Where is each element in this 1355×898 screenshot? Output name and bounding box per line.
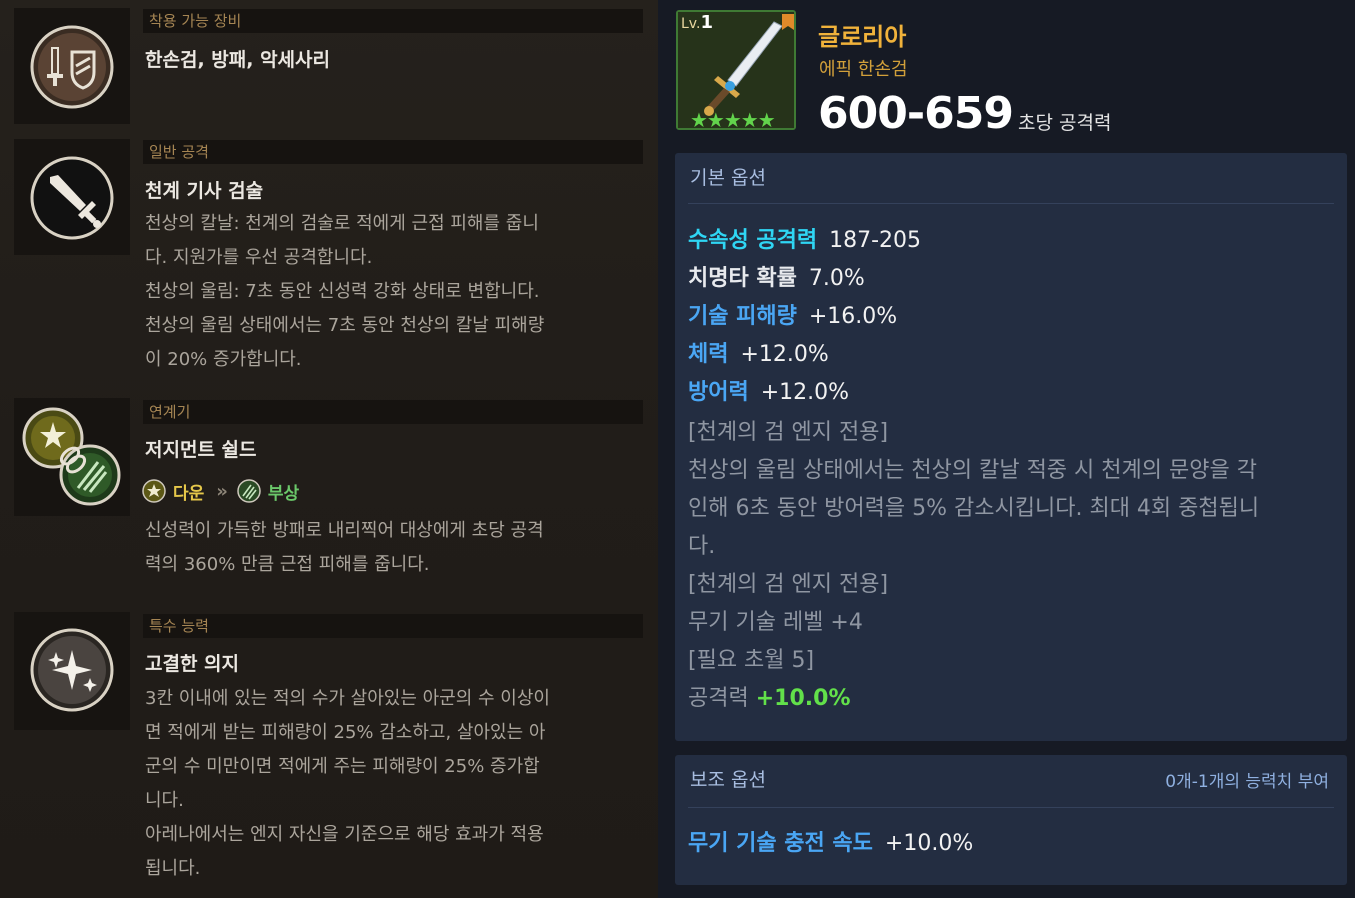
stat-weapon-skill-charge: 무기 기술 충전 속도 +10.0% — [688, 831, 974, 856]
exclusive-note-1: [천계의 검 엔지 전용] — [688, 420, 889, 445]
item-type: 에픽 한손검 — [819, 59, 908, 80]
stat-hp: 체력 +12.0% — [688, 342, 829, 367]
chain-arrow: » — [216, 480, 228, 502]
special-ability-description: 3칸 이내에 있는 적의 수가 살아있는 아군의 수 이상이 면 적에게 받는 … — [145, 688, 550, 879]
equip-icon-box — [14, 8, 130, 124]
stat-water-attack: 수속성 공격력 187-205 — [688, 228, 922, 253]
item-level: Lv.1 — [681, 12, 713, 33]
equip-types: 한손검, 방패, 악세사리 — [145, 49, 330, 71]
normal-attack-header: 일반 공격 — [143, 140, 643, 164]
attack-value: 600-659 — [818, 88, 1014, 139]
special-ability-icon-box — [14, 612, 130, 730]
injury-label: 부상 — [267, 483, 300, 504]
required-transcendence: [필요 초월 5] — [688, 648, 815, 673]
sword-shield-icon — [30, 25, 114, 109]
chain-skill-icon-box — [14, 398, 130, 516]
chain-skill-title: 저지먼트 쉴드 — [145, 439, 257, 461]
item-star-rating: ★★★★★ — [690, 108, 776, 132]
special-ability-header: 특수 능력 — [143, 614, 643, 638]
stat-attack-bonus: 공격력 +10.0% — [688, 686, 851, 711]
normal-attack-description: 천상의 칼날: 천계의 검술로 적에게 근접 피해를 줍니 다. 지원가를 우선… — [145, 213, 545, 370]
stat-defense: 방어력 +12.0% — [688, 380, 850, 405]
stat-crit-rate: 치명타 확률 7.0% — [688, 266, 865, 291]
down-label: 다운 — [173, 483, 205, 504]
item-name: 글로리아 — [818, 23, 907, 51]
exclusive-effect-line-2: 인해 6초 동안 방어력을 5% 감소시킵니다. 최대 4회 중첩됩니 — [688, 496, 1260, 521]
exclusive-effect-line-1: 천상의 울림 상태에서는 천상의 칼날 적중 시 천계의 문양을 각 — [688, 458, 1257, 483]
down-status-icon — [142, 479, 166, 503]
sparkle-icon — [30, 628, 114, 712]
injury-status-icon — [237, 479, 261, 503]
basic-options-header: 기본 옵션 — [690, 167, 766, 189]
exclusive-note-2: [천계의 검 엔지 전용] — [688, 572, 889, 597]
attack-label: 초당 공격력 — [1018, 112, 1112, 134]
sub-options-box: 보조 옵션 0개-1개의 능력치 부여 — [675, 755, 1347, 885]
weapon-skill-level: 무기 기술 레벨 +4 — [688, 610, 863, 635]
sword-icon — [30, 156, 114, 240]
special-ability-title: 고결한 의지 — [145, 653, 240, 675]
chain-skill-description: 신성력이 가득한 방패로 내리찍어 대상에게 초당 공격 력의 360% 만큼 … — [145, 520, 544, 575]
normal-attack-title: 천계 기사 검술 — [145, 180, 264, 202]
skill-panel: 착용 가능 장비 한손검, 방패, 악세사리 일반 공격 천계 기사 검술 천상… — [0, 0, 658, 898]
chain-skill-header: 연계기 — [143, 400, 643, 424]
divider — [688, 203, 1334, 204]
sub-options-header: 보조 옵션 — [690, 769, 766, 791]
sub-options-note: 0개-1개의 능력치 부여 — [1165, 772, 1329, 792]
stat-skill-damage: 기술 피해량 +16.0% — [688, 304, 898, 329]
chain-condition: 다운 » 부상 — [141, 478, 299, 504]
chain-skill-icon — [22, 407, 121, 506]
equip-header: 착용 가능 장비 — [143, 9, 643, 33]
exclusive-effect-line-3: 다. — [688, 534, 716, 559]
divider — [688, 807, 1334, 808]
normal-attack-icon-box — [14, 139, 130, 255]
